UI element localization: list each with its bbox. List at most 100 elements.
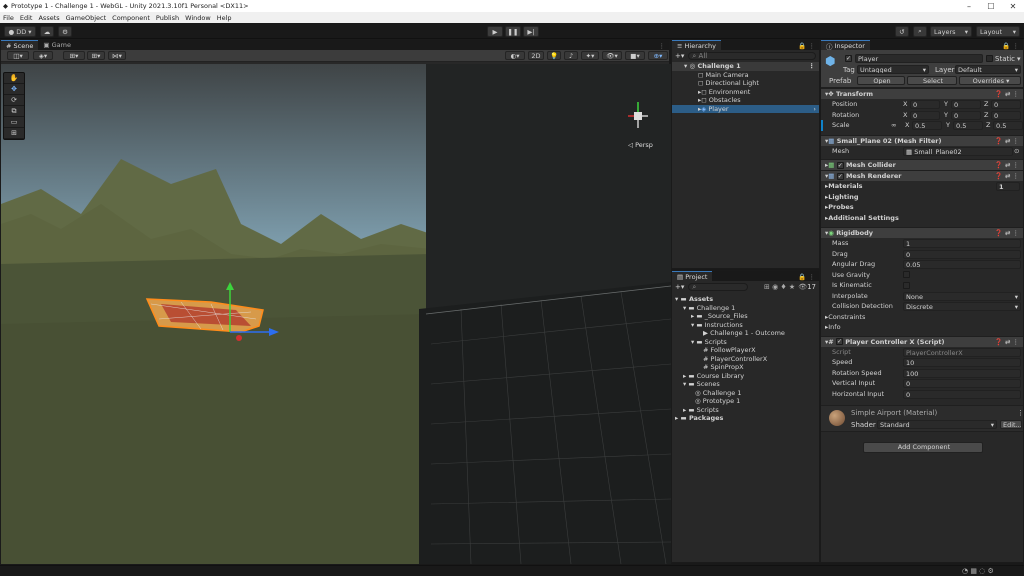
- play-button[interactable]: ▶: [487, 26, 503, 37]
- add-icon[interactable]: +▾: [675, 283, 684, 291]
- close-icon[interactable]: ✕: [1002, 0, 1024, 12]
- pause-button[interactable]: ❚❚: [505, 26, 521, 37]
- menu-assets[interactable]: Assets: [38, 14, 59, 22]
- position-y-field[interactable]: 0: [951, 100, 981, 109]
- visibility-icon[interactable]: 👁: [798, 283, 807, 291]
- search-icon[interactable]: ⌕: [913, 26, 927, 37]
- visibility-icon[interactable]: 👁▾: [602, 51, 622, 60]
- hierarchy-scene-row[interactable]: ▾ ◎ Challenge 1 ⋮: [672, 62, 819, 71]
- constraints-foldout[interactable]: ▸ Constraints: [821, 312, 1023, 323]
- toggle-2d-button[interactable]: 2D: [528, 51, 544, 60]
- drag-field[interactable]: 0: [903, 249, 1021, 259]
- camera-mode-icon[interactable]: ◐▾: [505, 51, 525, 60]
- rotation-y-field[interactable]: 0: [951, 110, 981, 120]
- history-icon[interactable]: ↺: [895, 26, 909, 37]
- component-menu-icons[interactable]: ❓ ⇄ ⋮: [995, 338, 1019, 346]
- lock-icon[interactable]: 🔒 ⋮: [1002, 42, 1019, 50]
- tree-item[interactable]: # FollowPlayerX: [672, 346, 819, 355]
- add-icon[interactable]: +▾: [675, 52, 684, 60]
- tree-item[interactable]: ▸ ▬ _Source_Files: [672, 312, 819, 321]
- transform-tool-icon[interactable]: ⊞: [4, 128, 24, 139]
- chevron-right-icon[interactable]: ›: [813, 105, 816, 114]
- scale-z-field[interactable]: 0.5: [993, 121, 1023, 130]
- maximize-icon[interactable]: ☐: [980, 0, 1002, 12]
- menu-publish[interactable]: Publish: [156, 14, 179, 22]
- vertical-input-field[interactable]: 0: [903, 379, 1021, 388]
- tree-item[interactable]: ▸ ▬ Scripts: [672, 406, 819, 415]
- minimize-icon[interactable]: –: [958, 0, 980, 12]
- lighting-icon[interactable]: 💡: [547, 51, 561, 60]
- more-icon[interactable]: ⋮: [1017, 409, 1024, 417]
- filter-icons[interactable]: ⊞ ◉ ♦ ★: [764, 283, 795, 291]
- prefab-select-button[interactable]: Select: [907, 76, 957, 85]
- mesh-collider-header[interactable]: ▸ ▦ ✓ Mesh Collider ❓ ⇄ ⋮: [821, 159, 1023, 170]
- mesh-field[interactable]: ▦ Small_Plane02: [903, 146, 1013, 156]
- rect-tool-icon[interactable]: ▭: [4, 117, 24, 128]
- hierarchy-search[interactable]: ⌕ All: [688, 52, 816, 60]
- hand-tool-icon[interactable]: ✋: [4, 73, 24, 84]
- use-gravity-checkbox[interactable]: [903, 271, 910, 279]
- material-title[interactable]: Simple Airport (Material): [851, 409, 937, 417]
- static-checkbox[interactable]: [986, 55, 993, 62]
- enabled-checkbox[interactable]: ✓: [835, 338, 843, 345]
- scale-x-field[interactable]: 0.5: [912, 121, 942, 130]
- scene-viewport[interactable]: ◁ Persp ✋ ✥ ⟳ ⧉ ▭ ⊞: [1, 64, 671, 564]
- layers-dropdown[interactable]: Layers ▾: [930, 26, 972, 37]
- tab-scene[interactable]: # Scene: [1, 40, 39, 50]
- menu-help[interactable]: Help: [217, 14, 232, 22]
- list-item[interactable]: ◻ Main Camera: [672, 71, 819, 80]
- target-icon[interactable]: ⊙: [1014, 147, 1019, 155]
- mass-field[interactable]: 1: [903, 239, 1021, 248]
- move-tool-icon[interactable]: ✥: [4, 84, 24, 95]
- layout-dropdown[interactable]: Layout ▾: [976, 26, 1020, 37]
- tree-item[interactable]: ▶ Challenge 1 - Outcome: [672, 329, 819, 338]
- layer-dropdown[interactable]: Default ▾: [955, 65, 1021, 74]
- angular-drag-field[interactable]: 0.05: [903, 260, 1021, 269]
- lighting-foldout[interactable]: ▸ Lighting: [821, 192, 1023, 203]
- tree-item[interactable]: # SpinPropX: [672, 363, 819, 372]
- horizontal-input-field[interactable]: 0: [903, 389, 1021, 399]
- menu-gameobject[interactable]: GameObject: [66, 14, 107, 22]
- tree-item[interactable]: ▾ ▬ Instructions: [672, 321, 819, 330]
- grid-snap-icon[interactable]: ⊞▾: [87, 51, 105, 60]
- tree-item[interactable]: ◎ Prototype 1: [672, 397, 819, 406]
- shader-dropdown[interactable]: Standard ▾: [877, 420, 997, 429]
- position-x-field[interactable]: 0: [910, 100, 940, 109]
- active-checkbox[interactable]: ✓: [845, 55, 852, 62]
- tab-hierarchy[interactable]: ≡ Hierarchy: [672, 40, 721, 50]
- project-search[interactable]: ⌕: [688, 283, 749, 291]
- probes-foldout[interactable]: ▸ Probes: [821, 202, 1023, 213]
- shader-edit-button[interactable]: Edit...: [1000, 420, 1022, 429]
- add-component-button[interactable]: Add Component: [863, 442, 983, 453]
- camera-icon[interactable]: ■▾: [625, 51, 645, 60]
- tree-item[interactable]: ▾ ▬ Assets: [672, 295, 819, 304]
- scale-tool-icon[interactable]: ⧉: [4, 106, 24, 117]
- speed-field[interactable]: 10: [903, 358, 1021, 367]
- menu-edit[interactable]: Edit: [20, 14, 33, 22]
- is-kinematic-checkbox[interactable]: [903, 281, 910, 289]
- info-foldout[interactable]: ▸ Info: [821, 322, 1023, 333]
- rigidbody-header[interactable]: ▾ ◉ Rigidbody ❓ ⇄ ⋮: [821, 227, 1023, 238]
- component-menu-icons[interactable]: ❓ ⇄ ⋮: [995, 172, 1019, 180]
- component-menu-icons[interactable]: ❓ ⇄ ⋮: [995, 229, 1019, 237]
- enabled-checkbox[interactable]: ✓: [836, 172, 844, 180]
- materials-foldout[interactable]: ▸ Materials 1: [821, 181, 1023, 192]
- tree-item[interactable]: ▸ ▬ Course Library: [672, 372, 819, 381]
- component-menu-icons[interactable]: ❓ ⇄ ⋮: [995, 161, 1019, 169]
- prefab-open-button[interactable]: Open: [857, 76, 905, 85]
- component-menu-icons[interactable]: ❓ ⇄ ⋮: [995, 90, 1019, 98]
- list-item[interactable]: ▸◻ Obstacles: [672, 96, 819, 105]
- tab-project[interactable]: ▤ Project: [672, 271, 713, 281]
- gizmos-icon[interactable]: ⊕▾: [648, 51, 668, 60]
- tab-inspector[interactable]: ⓘ Inspector: [821, 40, 870, 51]
- tree-item[interactable]: ▾ ▬ Challenge 1: [672, 304, 819, 313]
- rotation-x-field[interactable]: 0: [910, 110, 940, 120]
- lock-icon[interactable]: 🔒 ⋮: [798, 42, 815, 50]
- component-menu-icons[interactable]: ❓ ⇄ ⋮: [995, 137, 1019, 145]
- menu-component[interactable]: Component: [112, 14, 150, 22]
- list-item-selected[interactable]: ▸◈ Player ›: [672, 104, 819, 114]
- tab-game[interactable]: ▣ Game: [38, 40, 76, 50]
- menu-file[interactable]: File: [3, 14, 14, 22]
- account-button[interactable]: ● DD ▾: [4, 26, 36, 37]
- object-name-field[interactable]: Player: [855, 54, 983, 63]
